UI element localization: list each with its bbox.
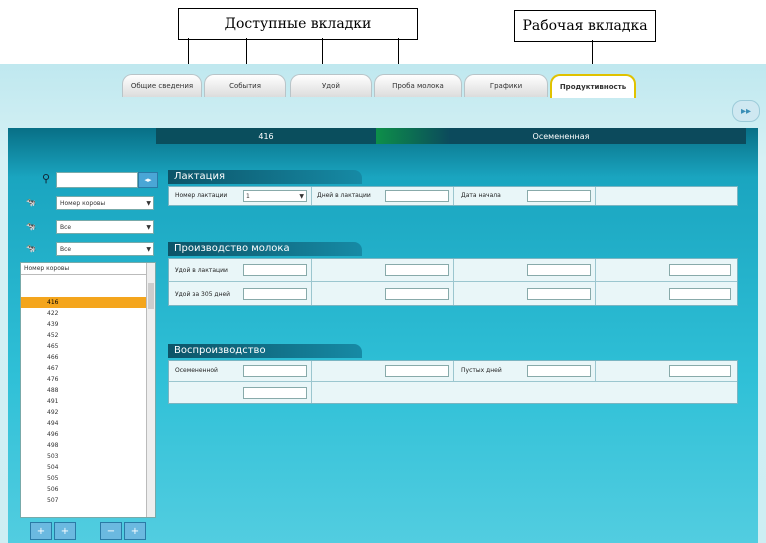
tree-node[interactable]: 503 [21,451,155,462]
milk-field-value [243,264,307,276]
tree-node[interactable]: 494 [21,418,155,429]
tree-list: 416 422 439 452 465 466 467 476 488 491 … [21,275,155,506]
animal-tree[interactable]: Номер коровы 416 422 439 452 465 466 467… [20,262,156,518]
expand-level-button[interactable]: + [54,522,76,540]
tree-toolbar: + + − + [20,522,154,540]
milk-field-value [385,264,449,276]
repro-field-value [669,365,731,377]
tree-node[interactable]: 504 [21,462,155,473]
tree-node[interactable] [21,275,155,286]
tab-charts[interactable]: Графики [464,74,548,97]
tree-node[interactable]: 465 [21,341,155,352]
tree-node[interactable]: 498 [21,440,155,451]
cow-filter-icon: 🐄 [26,198,36,207]
lactation-title: Лактация [168,170,362,184]
working-tab-callout: Рабочая вкладка [514,10,656,42]
tree-node[interactable] [21,286,155,297]
filter-row-2: 🐄 Все ▼ [20,220,154,236]
sidebar: ⚲ ◂▸ 🐄 Номер коровы ▼ 🐄 Все ▼ 🐄 Все ▼ Номер… [20,164,158,542]
chevron-down-icon: ▼ [146,200,151,207]
start-date-value [527,190,591,202]
tab-productivity[interactable]: Продуктивность [550,74,636,98]
search-row: ⚲ ◂▸ [20,172,158,188]
repro-field-label: Пустых дней [461,367,502,374]
days-in-lactation-value [385,190,449,202]
tree-node-selected[interactable]: 416 [21,297,155,308]
lactation-number-label: Номер лактации [175,192,228,199]
filter-select-1[interactable]: Номер коровы ▼ [56,196,154,210]
tree-node[interactable]: 505 [21,473,155,484]
chevron-down-icon: ▼ [299,193,304,200]
tree-node[interactable]: 466 [21,352,155,363]
milk-field-value [669,264,731,276]
chevron-down-icon: ▼ [146,246,151,253]
search-nav-buttons[interactable]: ◂▸ [138,172,158,188]
tab-general[interactable]: Общие сведения [122,74,202,97]
reproduction-section: Осемененной Пустых дней [168,360,738,404]
status-filter-icon: 🐄 [26,244,36,253]
available-tabs-text: Доступные вкладки [224,16,372,32]
tree-node[interactable]: 467 [21,363,155,374]
expand-all-button[interactable]: + [30,522,52,540]
filter-select-2[interactable]: Все ▼ [56,220,154,234]
filter-row-3: 🐄 Все ▼ [20,242,154,258]
filter-row-1: 🐄 Номер коровы ▼ [20,196,154,212]
tree-node[interactable]: 488 [21,385,155,396]
tree-node[interactable]: 496 [21,429,155,440]
milk-field-value [385,288,449,300]
days-in-lactation-label: Дней в лактации [317,192,371,199]
tree-node[interactable]: 422 [21,308,155,319]
tree-scrollbar[interactable] [146,263,155,517]
repro-field-label: Осемененной [175,367,218,374]
lactation-number-select[interactable]: 1 ▼ [243,190,307,202]
tree-header: Номер коровы [21,263,155,275]
tree-node[interactable]: 439 [21,319,155,330]
calving-value [243,387,307,399]
start-date-label: Дата начала [461,192,501,199]
tree-node[interactable]: 452 [21,330,155,341]
milk-field-value [669,288,731,300]
tree-node[interactable]: 491 [21,396,155,407]
next-tab-button[interactable]: ▸▸ [732,100,760,122]
tree-node[interactable]: 506 [21,484,155,495]
filter-select-3[interactable]: Все ▼ [56,242,154,256]
milk-field-value [527,264,591,276]
repro-field-value [527,365,591,377]
reproduction-title: Воспроизводство [168,344,362,358]
milk-field-label: Удой в лактации [175,267,228,274]
chevron-down-icon: ▼ [146,224,151,231]
add-button[interactable]: + [124,522,146,540]
tree-node[interactable]: 507 [21,495,155,506]
lactation-section: Номер лактации 1 ▼ Дней в лактации Дата н… [168,186,738,206]
animal-header: 416 Осемененная [156,128,746,144]
milk-production-title: Производство молока [168,242,362,256]
tree-scroll-thumb[interactable] [148,283,154,309]
tree-node[interactable]: 476 [21,374,155,385]
search-icon: ⚲ [42,172,51,185]
collapse-button[interactable]: − [100,522,122,540]
milk-field-label: Удой за 305 дней [175,291,231,298]
search-input[interactable] [56,172,138,188]
tab-milk-sample[interactable]: Проба молока [374,74,462,97]
working-tab-text: Рабочая вкладка [522,18,648,34]
tab-milk-yield[interactable]: Удой [290,74,372,97]
repro-field-value [243,365,307,377]
animal-status: Осемененная [376,128,746,144]
milk-field-value [243,288,307,300]
tree-node[interactable]: 492 [21,407,155,418]
milk-field-value [527,288,591,300]
group-filter-icon: 🐄 [26,222,36,231]
milk-production-section: Удой в лактации Удой за 305 дней [168,258,738,306]
animal-number: 416 [156,128,376,144]
tab-events[interactable]: События [204,74,286,97]
available-tabs-callout: Доступные вкладки [178,8,418,40]
repro-field-value [385,365,449,377]
